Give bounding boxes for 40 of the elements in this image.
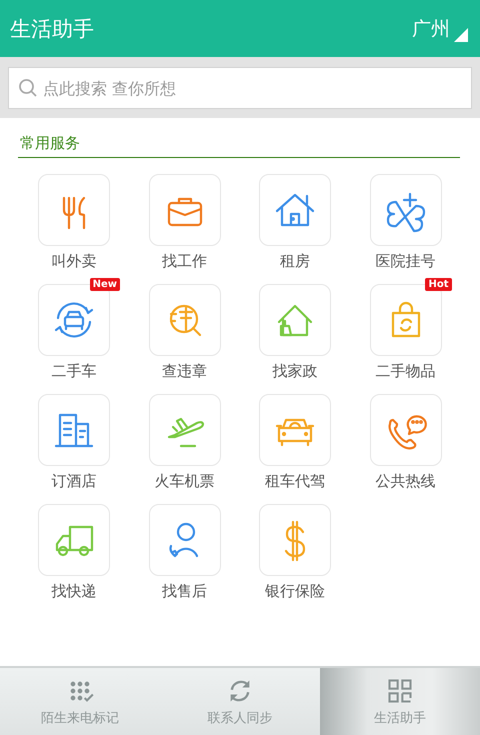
service-tile[interactable] — [259, 174, 331, 246]
service-label: 公共热线 — [376, 471, 436, 491]
tab-item[interactable]: 生活助手 — [320, 668, 480, 735]
service-tile[interactable] — [259, 394, 331, 466]
service-label: 租车代驾 — [265, 471, 325, 491]
service-tile[interactable] — [148, 504, 220, 576]
service-tile[interactable] — [38, 174, 110, 246]
city-selector[interactable]: 广州 — [412, 16, 450, 42]
service-tile[interactable] — [38, 394, 110, 466]
service-tile[interactable] — [148, 284, 220, 356]
section-heading: 常用服务 — [18, 134, 460, 158]
dropdown-corner-icon[interactable] — [454, 28, 468, 42]
service-label: 医院挂号 — [376, 251, 436, 271]
service-label: 订酒店 — [52, 471, 96, 491]
service-tile[interactable] — [148, 394, 220, 466]
service-label: 找工作 — [162, 251, 207, 271]
service-label: 查违章 — [162, 361, 207, 381]
search-icon — [18, 78, 38, 98]
app-title: 生活助手 — [10, 16, 94, 42]
service-tile[interactable] — [259, 504, 331, 576]
service-label: 找快递 — [52, 581, 96, 601]
service-tile[interactable] — [38, 504, 110, 576]
service-label: 租房 — [280, 251, 310, 271]
service-label: 找家政 — [272, 361, 318, 381]
service-tile[interactable] — [370, 174, 442, 246]
service-label: 叫外卖 — [52, 251, 96, 271]
service-tile[interactable] — [259, 284, 331, 356]
search-field[interactable]: 点此搜索 查你所想 — [8, 67, 472, 109]
tag-badge: Hot — [425, 278, 452, 291]
service-tile[interactable] — [148, 174, 220, 246]
tab-item[interactable]: 陌生来电标记 — [0, 668, 160, 735]
service-label: 二手物品 — [376, 361, 436, 381]
tag-badge: New — [90, 278, 120, 291]
service-label: 二手车 — [52, 361, 96, 381]
service-tile[interactable] — [370, 394, 442, 466]
service-label: 银行保险 — [265, 581, 325, 601]
tab-item[interactable]: 联系人同步 — [160, 668, 320, 735]
service-label: 火车机票 — [154, 471, 214, 491]
service-label: 找售后 — [162, 581, 207, 601]
grid-icon — [386, 676, 414, 704]
